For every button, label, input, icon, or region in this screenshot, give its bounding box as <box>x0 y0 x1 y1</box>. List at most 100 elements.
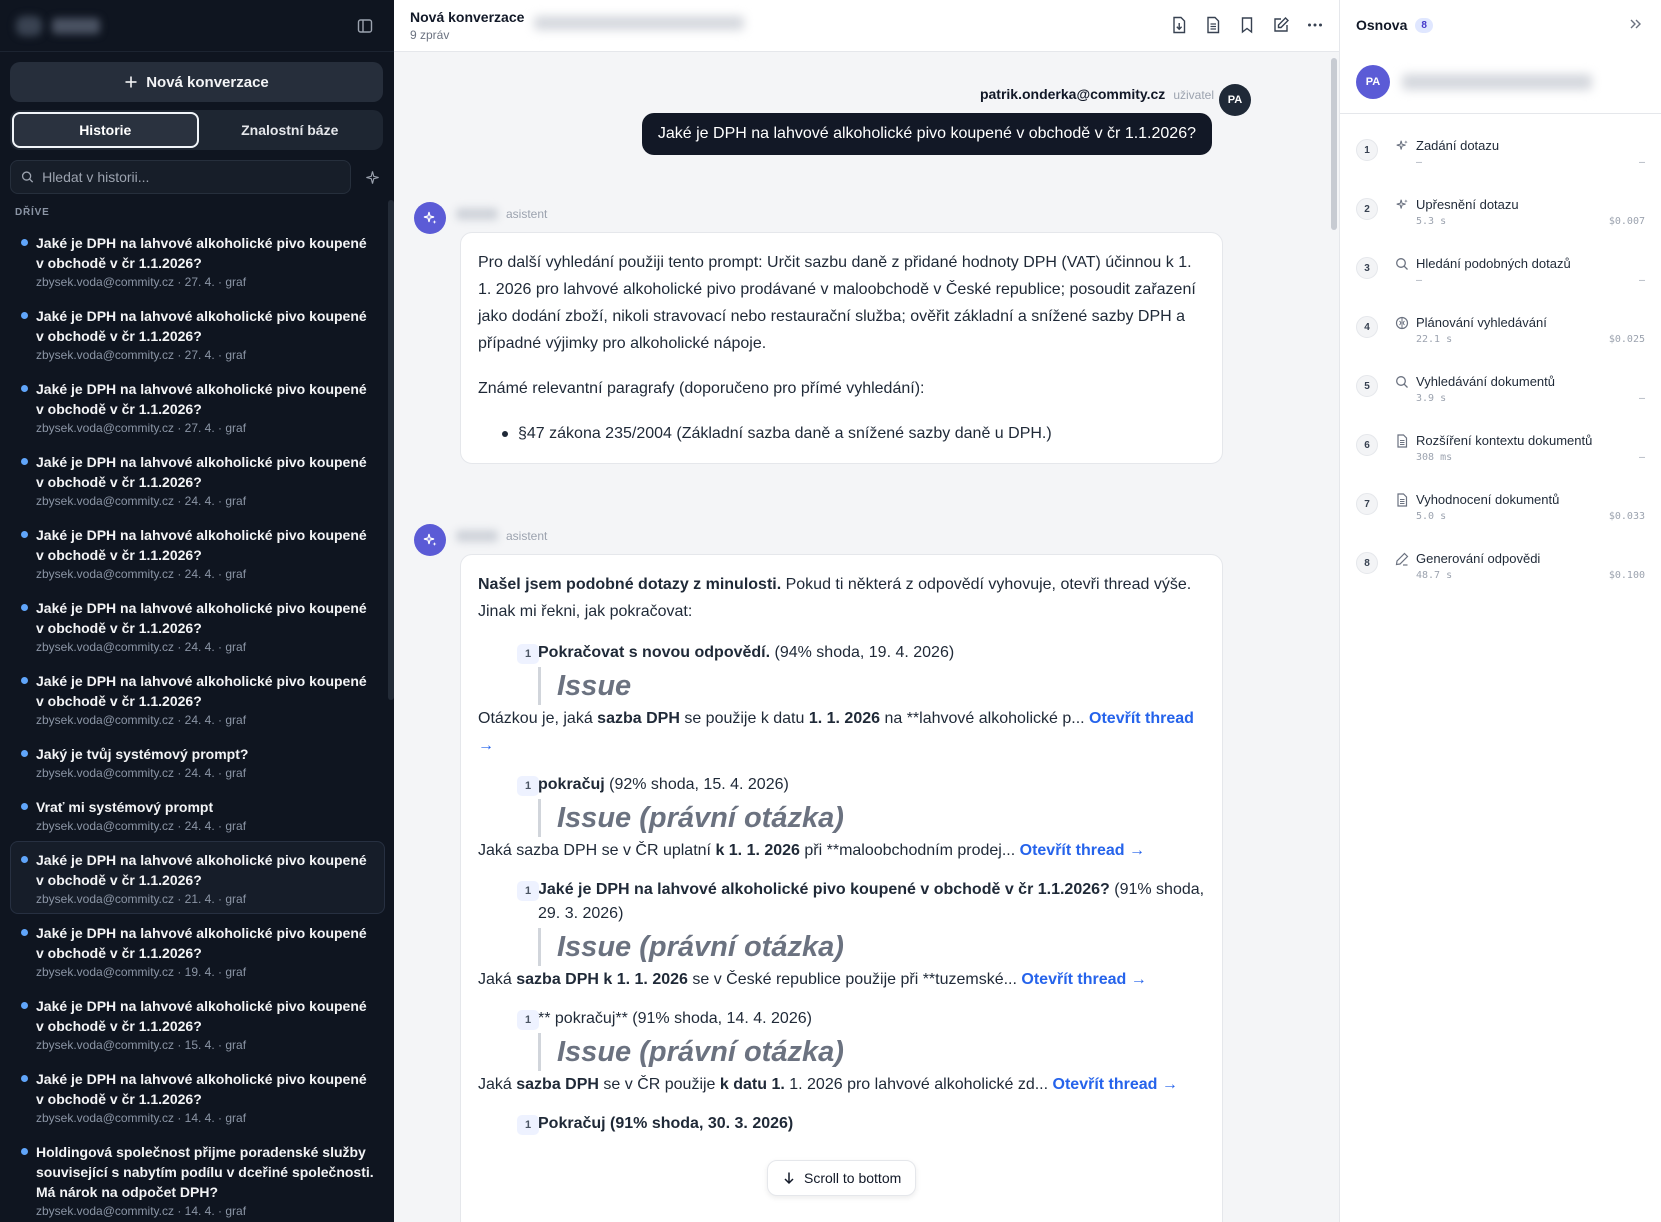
unread-dot-icon <box>21 1148 28 1155</box>
step-duration: 48.7 s <box>1416 570 1453 581</box>
match-quote: Issue <box>538 667 1205 705</box>
history-item[interactable]: Jaké je DPH na lahvové alkoholické pivo … <box>10 987 385 1060</box>
match-heading: Pokračovat s novou odpovědí. (94% shoda,… <box>538 641 1205 665</box>
history-item[interactable]: Holdingová společnost přijme poradenské … <box>10 1133 385 1222</box>
more-options-icon[interactable] <box>1303 13 1327 37</box>
history-item[interactable]: Jaké je DPH na lahvové alkoholické pivo … <box>10 914 385 987</box>
match-index-badge: 1 <box>517 1115 539 1135</box>
step-duration: 3.9 s <box>1416 393 1447 404</box>
unread-dot-icon <box>21 531 28 538</box>
outline-step[interactable]: 8 Generování odpovědi 48.7 s $0.100 <box>1340 535 1661 594</box>
export-document-icon[interactable] <box>1167 13 1191 37</box>
ai-search-sparkle-icon[interactable] <box>361 166 383 188</box>
step-duration: 5.3 s <box>1416 216 1447 227</box>
unread-dot-icon <box>21 385 28 392</box>
chat-scrollbar[interactable] <box>1331 58 1337 230</box>
step-label: Hledání podobných dotazů <box>1416 256 1571 271</box>
outline-step[interactable]: 1 Zadání dotazu — — <box>1340 122 1661 181</box>
history-item-meta: zbysek.voda@commity.cz · 14. 4. · graf <box>36 1111 247 1125</box>
brand <box>16 15 100 36</box>
outline-step[interactable]: 4 Plánování vyhledávání 22.1 s $0.025 <box>1340 299 1661 358</box>
history-search-input[interactable] <box>42 169 340 185</box>
outline-step[interactable]: 2 Upřesnění dotazu 5.3 s $0.007 <box>1340 181 1661 240</box>
document-icon[interactable] <box>1201 13 1225 37</box>
list-item-text: §47 zákona 235/2004 (Základní sazba daně… <box>518 425 1052 442</box>
tab-knowledge-base[interactable]: Znalostní báze <box>199 112 382 148</box>
match-heading-rest: ** pokračuj** (91% shoda, 14. 4. 2026) <box>538 1010 812 1027</box>
assistant-name-redacted <box>456 530 498 542</box>
new-conversation-label: Nová konverzace <box>146 73 269 91</box>
assistant-intro: Našel jsem podobné dotazy z minulosti. P… <box>478 571 1205 625</box>
history-item[interactable]: Jaké je DPH na lahvové alkoholické pivo … <box>10 589 385 662</box>
match-index-badge: 1 <box>517 881 539 901</box>
outline-step[interactable]: 7 Vyhodnocení dokumentů 5.0 s $0.033 <box>1340 476 1661 535</box>
similar-match: 1 Jaké je DPH na lahvové alkoholické pivo… <box>478 878 1205 993</box>
open-thread-link[interactable]: Otevřít thread → <box>1020 842 1145 859</box>
user-avatar: PA <box>1219 84 1251 116</box>
tab-history[interactable]: Historie <box>12 112 199 148</box>
step-number: 5 <box>1356 375 1378 397</box>
step-duration: — <box>1416 275 1423 286</box>
similar-match: 1 Pokračuj (91% shoda, 30. 3. 2026) <box>478 1112 1205 1136</box>
step-number: 7 <box>1356 493 1378 515</box>
open-thread-link[interactable]: Otevřít thread → <box>1021 971 1146 988</box>
outline-step[interactable]: 5 Vyhledávání dokumentů 3.9 s — <box>1340 358 1661 417</box>
history-item-meta: zbysek.voda@commity.cz · 24. 4. · graf <box>36 567 247 581</box>
outline-step[interactable]: 6 Rozšíření kontextu dokumentů 308 ms — <box>1340 417 1661 476</box>
summary-text: se v ČR použije <box>598 1076 720 1093</box>
history-item[interactable]: Jaké je DPH na lahvové alkoholické pivo … <box>10 443 385 516</box>
sparkle-icon <box>1394 197 1410 213</box>
step-label: Plánování vyhledávání <box>1416 315 1547 330</box>
match-heading-bold: Jaké je DPH na lahvové alkoholické pivo … <box>538 881 1110 898</box>
assistant-paragraph: Pro další vyhledání použiji tento prompt… <box>478 254 1196 352</box>
edit-icon[interactable] <box>1269 13 1293 37</box>
step-cost: $0.025 <box>1608 334 1645 345</box>
history-item[interactable]: Jaký je tvůj systémový prompt? zbysek.vod… <box>10 735 385 788</box>
match-heading-bold: pokračuj <box>538 776 605 793</box>
history-item-meta: zbysek.voda@commity.cz · 21. 4. · graf <box>36 892 247 906</box>
chevrons-right-icon[interactable] <box>1625 14 1645 34</box>
unread-dot-icon <box>21 856 28 863</box>
history-item[interactable]: Vrať mi systémový prompt zbysek.voda@comm… <box>10 788 385 841</box>
history-item-title: Jaké je DPH na lahvové alkoholické pivo … <box>36 454 367 490</box>
history-item[interactable]: Jaké je DPH na lahvové alkoholické pivo … <box>10 662 385 735</box>
history-item[interactable]: Jaké je DPH na lahvové alkoholické pivo … <box>10 370 385 443</box>
summary-text: Jaká sazba DPH se v ČR uplatní <box>478 842 716 859</box>
match-heading-rest: (92% shoda, 15. 4. 2026) <box>604 776 789 793</box>
history-item[interactable]: Jaké je DPH na lahvové alkoholické pivo … <box>10 297 385 370</box>
summary-text: se použije k datu <box>679 710 809 727</box>
step-cost: — <box>1638 452 1645 463</box>
step-label: Generování odpovědi <box>1416 551 1541 566</box>
history-item-title: Jaké je DPH na lahvové alkoholické pivo … <box>36 673 367 709</box>
bookmark-icon[interactable] <box>1235 13 1259 37</box>
history-item[interactable]: Jaké je DPH na lahvové alkoholické pivo … <box>10 1060 385 1133</box>
document-icon <box>1394 433 1410 449</box>
open-thread-link[interactable]: Otevřít thread → <box>1053 1076 1178 1093</box>
outline-step[interactable]: 3 Hledání podobných dotazů — — <box>1340 240 1661 299</box>
scroll-to-bottom-button[interactable]: Scroll to bottom <box>767 1160 917 1196</box>
match-quote: Issue (právní otázka) <box>538 928 1205 966</box>
step-cost: $0.007 <box>1608 216 1645 227</box>
step-cost: — <box>1638 393 1645 404</box>
history-item-meta: zbysek.voda@commity.cz · 14. 4. · graf <box>36 1204 247 1218</box>
history-item[interactable]: Jaké je DPH na lahvové alkoholické pivo … <box>10 841 385 914</box>
unread-dot-icon <box>21 929 28 936</box>
intro-bold: Našel jsem podobné dotazy z minulosti. <box>478 576 782 593</box>
collapse-sidebar-icon[interactable] <box>354 15 376 37</box>
bullet-icon <box>502 431 508 437</box>
match-heading-rest: (94% shoda, 19. 4. 2026) <box>770 644 955 661</box>
outline-header: Osnova 8 <box>1340 0 1661 50</box>
outline-count-badge: 8 <box>1415 17 1433 33</box>
new-conversation-button[interactable]: Nová konverzace <box>10 62 383 102</box>
history-item-title: Jaké je DPH na lahvové alkoholické pivo … <box>36 308 367 344</box>
assistant-avatar-sparkle-icon <box>414 202 446 234</box>
summary-text: Jaká <box>478 1076 517 1093</box>
history-item[interactable]: Jaké je DPH na lahvové alkoholické pivo … <box>10 224 385 297</box>
outline-user-row[interactable]: PA <box>1340 50 1661 114</box>
history-item[interactable]: Jaké je DPH na lahvové alkoholické pivo … <box>10 516 385 589</box>
match-index-badge: 1 <box>517 644 539 664</box>
history-item-title: Jaké je DPH na lahvové alkoholické pivo … <box>36 235 367 271</box>
header-actions <box>1167 13 1327 37</box>
history-item-title: Jaké je DPH na lahvové alkoholické pivo … <box>36 600 367 636</box>
avatar: PA <box>1356 64 1390 99</box>
